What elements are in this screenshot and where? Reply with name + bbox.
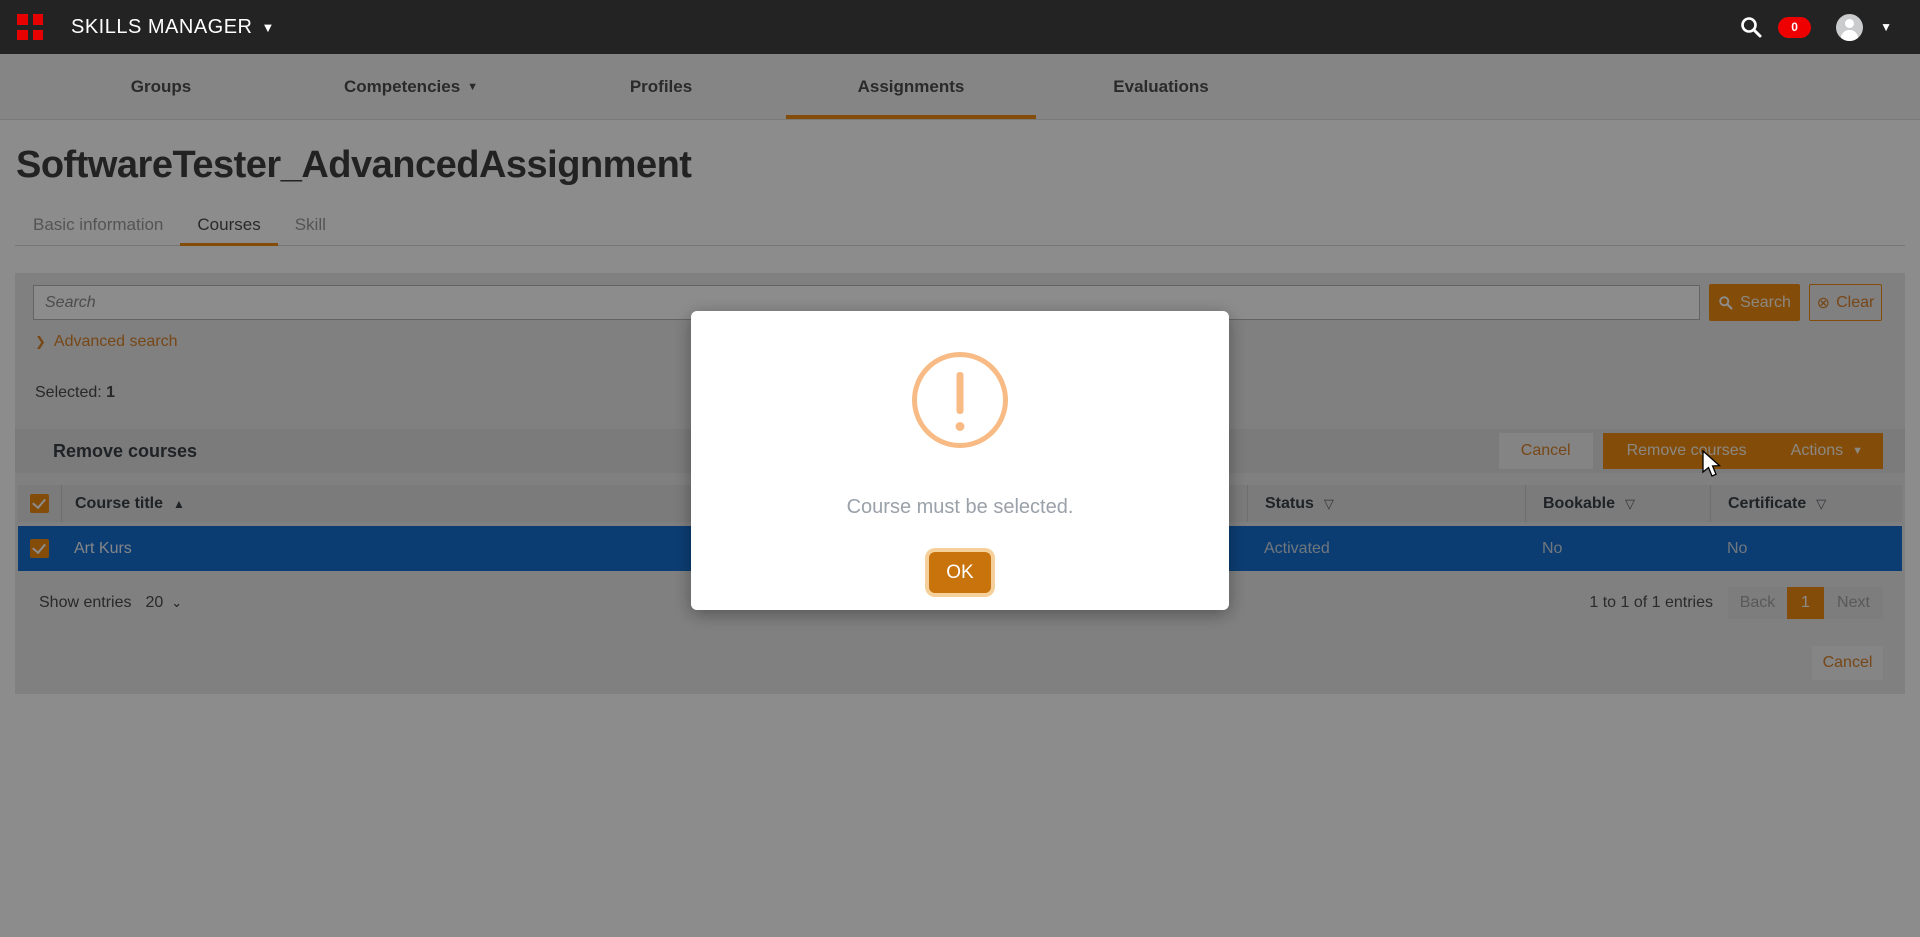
- user-menu-chevron-icon[interactable]: ▼: [1880, 20, 1892, 34]
- ok-button[interactable]: OK: [929, 552, 991, 593]
- chevron-down-icon: ▼: [262, 20, 275, 35]
- warning-exclamation-icon: [912, 352, 1008, 448]
- modal-message: Course must be selected.: [847, 496, 1074, 519]
- app-switcher[interactable]: SKILLS MANAGER ▼: [71, 16, 275, 39]
- app-title: SKILLS MANAGER: [71, 16, 253, 39]
- alert-modal: Course must be selected. OK: [691, 311, 1229, 610]
- user-avatar[interactable]: [1836, 14, 1863, 41]
- notification-badge[interactable]: 0: [1778, 17, 1811, 38]
- topbar: SKILLS MANAGER ▼ 0 ▼: [0, 0, 1920, 54]
- app-logo-icon: [17, 14, 43, 40]
- search-icon[interactable]: [1739, 15, 1763, 39]
